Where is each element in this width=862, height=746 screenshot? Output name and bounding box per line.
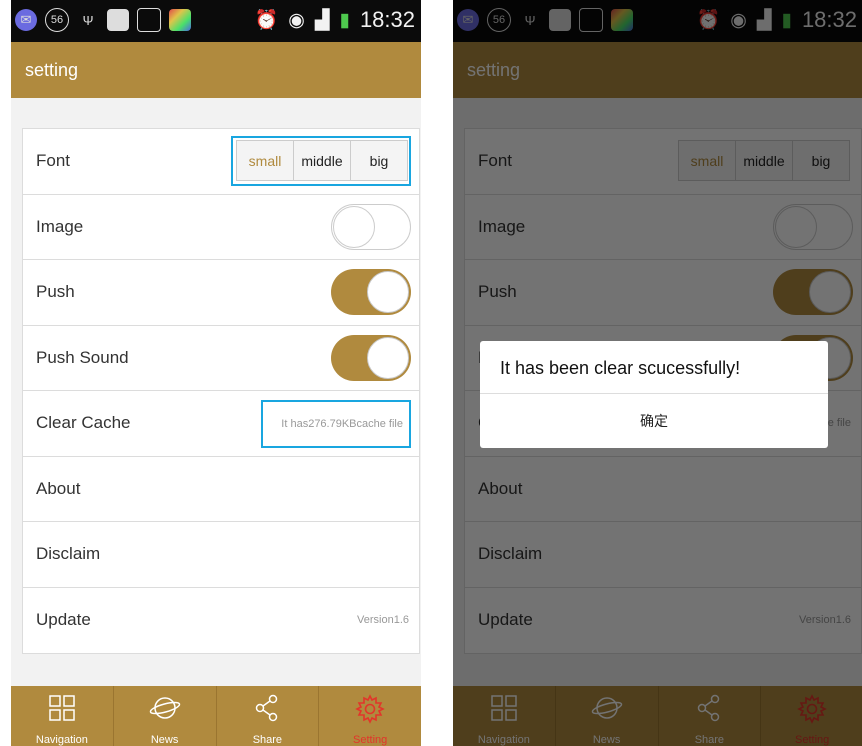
push-toggle[interactable]	[331, 269, 411, 315]
cache-highlight-box: It has276.79KBcache file	[261, 400, 411, 448]
font-small-option[interactable]: small	[237, 141, 294, 180]
settings-screen: ✉ 56 Ψ ⏰ ◉ ▟ ▮ 18:32 setting Font small …	[11, 0, 421, 746]
update-row[interactable]: Update Version1.6	[23, 588, 419, 654]
gear-icon	[355, 694, 385, 724]
image-toggle[interactable]	[331, 203, 411, 250]
clear-cache-row[interactable]: Clear Cache It has276.79KBcache file	[23, 391, 419, 457]
push-sound-row: Push Sound	[23, 326, 419, 391]
push-row: Push	[23, 260, 419, 326]
font-middle-option[interactable]: middle	[294, 141, 351, 180]
settings-list: Font small middle big Image Push Push So…	[22, 128, 420, 654]
share-icon	[256, 694, 278, 722]
dialog-message: It has been clear scucessfully!	[500, 358, 741, 378]
cache-size-text: It has276.79KBcache file	[281, 418, 403, 430]
confirm-button[interactable]: 确定	[480, 394, 828, 448]
font-label: Font	[36, 151, 71, 171]
push-sound-toggle[interactable]	[331, 334, 411, 381]
tab-setting[interactable]: Setting	[319, 686, 421, 746]
badge-56-icon: 56	[45, 8, 69, 32]
signal-icon: ▟	[314, 9, 330, 31]
version-text: Version1.6	[357, 614, 409, 627]
status-bar: ✉ 56 Ψ ⏰ ◉ ▟ ▮ 18:32	[11, 0, 421, 42]
page-title: setting	[25, 60, 79, 80]
alarm-icon: ⏰	[254, 10, 279, 31]
planet-icon	[149, 697, 180, 719]
battery-icon: ▮	[339, 9, 350, 31]
disclaim-label: Disclaim	[36, 544, 101, 564]
clear-cache-dialog: It has been clear scucessfully! 确定	[480, 341, 828, 448]
alert-icon: ✉	[15, 9, 37, 31]
tab-news[interactable]: News	[114, 686, 217, 746]
push-label: Push	[36, 282, 75, 302]
font-row: Font small middle big	[23, 129, 419, 195]
toggle-knob	[367, 271, 409, 313]
app-bar: setting	[11, 42, 421, 98]
toggle-knob	[333, 205, 375, 248]
gallery-icon	[137, 8, 161, 32]
tab-label: News	[150, 734, 179, 746]
disclaim-row[interactable]: Disclaim	[23, 522, 419, 588]
wifi-icon: ◉	[288, 9, 305, 31]
font-size-selector: small middle big	[236, 140, 408, 181]
app-icon	[169, 9, 191, 31]
image-row: Image	[23, 195, 419, 260]
usb-icon: Ψ	[82, 12, 94, 28]
update-label: Update	[36, 610, 91, 630]
font-big-option[interactable]: big	[351, 141, 407, 180]
settings-screen-with-dialog: ✉ 56 Ψ ⏰ ◉ ▟ ▮ 18:32 setting Font small …	[453, 0, 862, 746]
bottom-tab-bar: Navigation News Share Setting	[11, 686, 421, 746]
about-label: About	[36, 478, 81, 498]
storage-icon	[107, 9, 129, 31]
about-row[interactable]: About	[23, 457, 419, 522]
clear-cache-label: Clear Cache	[36, 413, 131, 433]
push-sound-label: Push Sound	[36, 347, 129, 367]
tab-share[interactable]: Share	[217, 686, 320, 746]
toggle-knob	[367, 336, 409, 379]
tab-label: Setting	[353, 734, 388, 746]
tab-navigation[interactable]: Navigation	[11, 686, 114, 746]
tab-label: Navigation	[35, 734, 88, 746]
image-label: Image	[36, 216, 84, 236]
status-time: 18:32	[359, 7, 415, 32]
grid-icon	[49, 695, 75, 721]
tab-label: Share	[252, 734, 283, 746]
